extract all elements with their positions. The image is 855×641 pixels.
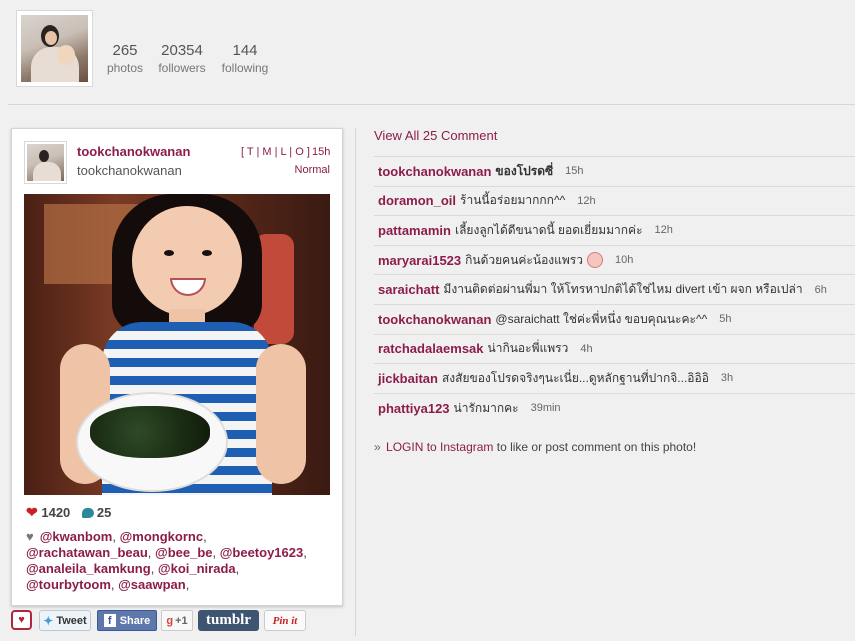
- comment-row: jickbaitan สงสัยของโปรดจริงๆนะเนี่ย...ดู…: [374, 363, 855, 393]
- tagged-user[interactable]: @kwanbom: [40, 529, 113, 544]
- comment-username[interactable]: ratchadalaemsak: [378, 341, 484, 356]
- comment-row: doramon_oil ร้านนี้อร่อยมากกก^^ 12h: [374, 185, 855, 216]
- share-label: Share: [119, 614, 151, 627]
- comment-time: 10h: [614, 254, 634, 267]
- login-prompt-text: to like or post comment on this photo!: [493, 440, 697, 454]
- comment-row: maryarai1523 กินด้วยคนค่ะน้องแพรว 10h: [374, 244, 855, 275]
- gplus-label: +1: [175, 614, 188, 627]
- comment-username[interactable]: maryarai1523: [378, 253, 461, 268]
- tagged-user[interactable]: @tourbytoom: [26, 577, 111, 592]
- comment-username[interactable]: saraichatt: [378, 282, 439, 297]
- comment-username[interactable]: pattamamin: [378, 223, 451, 238]
- comment-row: pattamamin เลี้ยงลูกได้ดีขนาดนี้ ยอดเยี่…: [374, 215, 855, 245]
- comment-time: 4h: [580, 342, 593, 355]
- facebook-icon: f: [103, 614, 116, 627]
- comment-bubble-icon: [81, 508, 94, 518]
- like-heart-button[interactable]: ♥: [11, 610, 32, 630]
- stat-following-count: 144: [232, 42, 258, 59]
- tagged-user[interactable]: @bee_be: [155, 545, 212, 560]
- tagged-user[interactable]: @rachatawan_beau: [26, 545, 148, 560]
- tagged-user[interactable]: @analeila_kamkung: [26, 561, 151, 576]
- facebook-share-button[interactable]: f Share: [97, 610, 157, 631]
- view-all-comments-link[interactable]: View All 25 Comment: [374, 128, 497, 143]
- column-divider: [355, 128, 356, 636]
- comment-time: 3h: [720, 372, 734, 385]
- arrow-icon: »: [374, 440, 381, 454]
- login-link[interactable]: LOGIN to Instagram: [386, 440, 493, 454]
- stat-photos[interactable]: 265 photos: [106, 42, 144, 76]
- comment-time: 6h: [814, 283, 827, 296]
- small-heart-icon: ♥: [26, 529, 34, 544]
- comment-username[interactable]: jickbaitan: [378, 371, 438, 386]
- comment-text: น่ารักมากคะ: [453, 400, 519, 415]
- gplus-icon: g: [166, 614, 174, 627]
- size-links[interactable]: [ T | M | L | O ]: [241, 146, 310, 158]
- comment-row: saraichatt มีงานติดต่อผ่านพี่มา ให้โทรหา…: [374, 274, 855, 304]
- avatar-image: [21, 15, 88, 82]
- stat-followers-label: followers: [158, 61, 206, 75]
- comment-text: ของโปรดซี่: [495, 163, 554, 178]
- comment-time: 39min: [530, 402, 561, 415]
- comment-username[interactable]: tookchanokwanan: [378, 312, 491, 327]
- google-plus-button[interactable]: g +1: [161, 610, 193, 631]
- tagged-user[interactable]: @koi_nirada: [158, 561, 236, 576]
- stat-following[interactable]: 144 following: [219, 42, 271, 76]
- stat-followers-count: 20354: [161, 42, 203, 59]
- tagged-user[interactable]: @saawpan: [118, 577, 186, 592]
- girl-emoji-icon: [586, 252, 603, 269]
- post-username[interactable]: tookchanokwanan: [77, 144, 190, 159]
- comment-row: tookchanokwanan ของโปรดซี่ 15h: [374, 156, 855, 186]
- post-author-avatar[interactable]: [24, 141, 67, 184]
- comment-time: 12h: [577, 194, 596, 207]
- comment-text: น่ากินอะพี่แพรว: [487, 341, 569, 356]
- header-divider: [8, 104, 855, 105]
- post-photo[interactable]: [24, 194, 330, 495]
- comment-time: 12h: [654, 224, 673, 237]
- comment-text: ร้านนี้อร่อยมากกก^^: [460, 193, 566, 208]
- comment-username[interactable]: phattiya123: [378, 401, 450, 416]
- profile-avatar[interactable]: [16, 10, 93, 87]
- post-fullname: tookchanokwanan: [77, 163, 182, 178]
- comment-text: กินด้วยคนค่ะน้องแพรว: [465, 252, 583, 267]
- likes-count: 1420: [41, 505, 71, 520]
- comments-count: 25: [96, 505, 112, 520]
- photo-card: tookchanokwanan tookchanokwanan [ T | M …: [11, 128, 343, 606]
- comment-time: 5h: [719, 313, 732, 326]
- comment-list: tookchanokwanan ของโปรดซี่ 15h doramon_o…: [374, 156, 855, 422]
- comment-text: สงสัยของโปรดจริงๆนะเนี่ย...ดูหลักฐานที่ป…: [441, 370, 709, 385]
- tagged-user[interactable]: @mongkornc: [120, 529, 203, 544]
- stat-photos-count: 265: [112, 42, 138, 59]
- stat-photos-label: photos: [106, 61, 144, 75]
- tumblr-button[interactable]: tumblr: [198, 610, 259, 631]
- profile-header: 265 photos 20354 followers 144 following: [0, 0, 855, 106]
- engagement-counts: ❤ 1420 25: [26, 504, 111, 521]
- tagged-user[interactable]: @beetoy1623: [220, 545, 304, 560]
- post-filter: Normal: [294, 164, 330, 176]
- comment-text: มีงานติดต่อผ่านพี่มา ให้โทรหาปกติได้ใช่ไ…: [443, 282, 803, 297]
- tweet-label: Tweet: [56, 614, 87, 627]
- stat-following-label: following: [221, 61, 269, 75]
- comment-text: เลี้ยงลูกได้ดีขนาดนี้ ยอดเยี่ยมมากค่ะ: [454, 222, 643, 237]
- tweet-button[interactable]: ✦ Tweet: [39, 610, 91, 631]
- pinterest-button[interactable]: Pin it: [264, 610, 306, 631]
- twitter-bird-icon: ✦: [43, 613, 54, 628]
- comment-row: phattiya123 น่ารักมากคะ 39min: [374, 392, 855, 423]
- stat-followers[interactable]: 20354 followers: [155, 42, 209, 76]
- comment-text: @saraichatt ใช่ค่ะพี่หนึ่ง ขอบคุณนะคะ^^: [495, 311, 708, 326]
- comment-row: tookchanokwanan @saraichatt ใช่ค่ะพี่หนึ…: [374, 303, 855, 334]
- login-prompt: » LOGIN to Instagram to like or post com…: [374, 440, 696, 454]
- comment-username[interactable]: tookchanokwanan: [378, 164, 491, 179]
- liked-by-list: ♥ @kwanbom, @mongkornc, @rachatawan_beau,…: [26, 529, 307, 592]
- heart-outline-icon: ♥: [18, 614, 25, 626]
- post-time: 15h: [312, 146, 331, 158]
- heart-icon: ❤: [26, 504, 38, 520]
- comment-username[interactable]: doramon_oil: [378, 193, 456, 208]
- comment-time: 15h: [565, 165, 584, 178]
- comment-row: ratchadalaemsak น่ากินอะพี่แพรว 4h: [374, 333, 855, 364]
